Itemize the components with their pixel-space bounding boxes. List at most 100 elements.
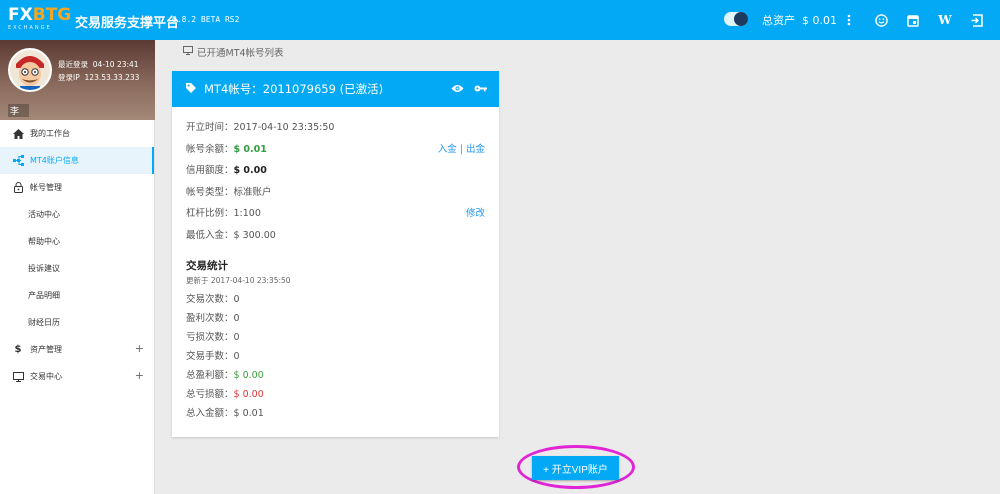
sidebar-item-account-management[interactable]: 帐号管理	[0, 174, 154, 201]
row-label: 开立时间：	[186, 122, 234, 133]
credit-value: $ 0.00	[233, 165, 267, 176]
card-body: 开立时间：2017-04-10 23:35:50 帐号余额：$ 0.01 入金 …	[172, 107, 499, 426]
smiley-icon[interactable]	[872, 11, 890, 29]
stat-row: 交易手数：0	[186, 350, 485, 369]
sidebar-item-label: 交易中心	[30, 372, 62, 381]
total-profit-value: $ 0.00	[233, 370, 264, 381]
logo-text-fx: FX	[8, 5, 33, 25]
row-balance: 帐号余额：$ 0.01 入金 | 出金	[186, 143, 485, 165]
stat-row: 盈利次数：0	[186, 312, 485, 331]
lock-icon	[12, 182, 24, 194]
sidebar-item-label: 资产管理	[30, 345, 62, 354]
app-title: 交易服务支撑平台	[75, 16, 180, 31]
sidebar-item-workbench[interactable]: 我的工作台	[0, 120, 154, 147]
logo-text-btg: BTG	[32, 5, 72, 25]
breadcrumb: 已开通MT4帐号列表	[183, 45, 284, 59]
row-value: 2017-04-10 23:35:50	[233, 122, 335, 133]
row-credit: 信用额度：$ 0.00	[186, 164, 485, 186]
open-vip-account-button[interactable]: + 开立VIP账户	[532, 456, 619, 480]
login-info: 最近登录 04-10 23:41 登录IP 123.53.33.233	[58, 58, 139, 84]
more-vert-icon[interactable]	[840, 11, 858, 29]
stat-row: 亏损次数：0	[186, 331, 485, 350]
login-ip-label: 登录IP	[58, 73, 80, 82]
deposit-link[interactable]: 入金	[438, 144, 457, 155]
stat-row: 总亏损额：$ 0.00	[186, 388, 485, 407]
app-logo[interactable]: FXBTG EXCHANGE	[8, 5, 71, 34]
sidebar-item-label: 帮助中心	[28, 237, 60, 246]
row-leverage: 杠杆比例：1:100 修改	[186, 207, 485, 229]
stat-label: 总盈利额：	[186, 370, 234, 381]
total-assets-value: $ 0.01	[802, 14, 837, 27]
sidebar-item-activity-center[interactable]: 活动中心	[0, 201, 154, 228]
stat-label: 交易手数：	[186, 351, 234, 362]
sidebar-item-label: 投诉建议	[28, 264, 60, 273]
calendar-icon[interactable]	[904, 11, 922, 29]
sidebar-item-help-center[interactable]: 帮助中心	[0, 228, 154, 255]
row-label: 信用额度：	[186, 165, 234, 176]
login-ip-value: 123.53.33.233	[84, 73, 140, 82]
modify-leverage-link[interactable]: 修改	[466, 207, 485, 221]
stat-row: 总盈利额：$ 0.00	[186, 369, 485, 388]
username[interactable]: 李	[8, 104, 30, 117]
stat-value: 0	[233, 332, 240, 343]
expand-plus-icon[interactable]: +	[135, 369, 144, 382]
key-icon[interactable]	[474, 82, 487, 96]
logo-subtext: EXCHANGE	[8, 25, 52, 31]
row-label: 帐号类型：	[186, 186, 234, 198]
desktop-icon	[183, 46, 193, 58]
stat-label: 总入金额：	[186, 408, 234, 419]
dollar-icon: $	[14, 344, 22, 355]
stat-value: 0	[233, 313, 240, 324]
total-loss-value: $ 0.00	[233, 389, 264, 400]
card-title: MT4帐号：2011079659 (已激活)	[204, 82, 384, 96]
sidebar: 最近登录 04-10 23:41 登录IP 123.53.33.233 李 我的…	[0, 40, 155, 494]
stat-label: 总亏损额：	[186, 389, 234, 400]
last-login-value: 04-10 23:41	[92, 60, 139, 69]
top-bar: FXBTG EXCHANGE 交易服务支撑平台 0.8.2 BETA RS2 总…	[0, 0, 1000, 40]
row-label: 杠杆比例：	[186, 208, 234, 219]
card-header: MT4帐号：2011079659 (已激活)	[172, 71, 499, 107]
sidebar-item-trading-center[interactable]: 交易中心 +	[0, 363, 154, 390]
sidebar-item-complaints[interactable]: 投诉建议	[0, 255, 154, 282]
wordpress-icon[interactable]: W	[936, 11, 954, 29]
stat-label: 盈利次数：	[186, 313, 234, 324]
sidebar-item-label: 财经日历	[28, 318, 60, 327]
withdraw-link[interactable]: 出金	[466, 144, 485, 155]
stat-value: 0	[233, 351, 240, 362]
sidebar-nav: 我的工作台 MT4账户信息 帐号管理 活动中心 帮助中心 投诉建议 产品明细 财…	[0, 120, 154, 390]
breadcrumb-text: 已开通MT4帐号列表	[197, 48, 284, 59]
mt4-account-card: MT4帐号：2011079659 (已激活) 开立时间：2017-04-10 2…	[172, 71, 499, 437]
row-value: 1:100	[233, 208, 261, 219]
balance-value: $ 0.01	[233, 143, 267, 155]
row-value: 标准账户	[233, 186, 272, 198]
user-profile-panel: 最近登录 04-10 23:41 登录IP 123.53.33.233 李	[0, 40, 155, 120]
stat-label: 交易次数：	[186, 294, 234, 305]
stat-row: 交易次数：0	[186, 293, 485, 312]
sidebar-item-label: 活动中心	[28, 210, 60, 219]
sidebar-item-label: MT4账户信息	[30, 156, 79, 165]
sidebar-item-label: 产品明细	[28, 291, 60, 300]
stats-updated: 更新于 2017-04-10 23:35:50	[186, 276, 291, 285]
row-label: 帐号余额：	[186, 143, 234, 155]
sidebar-item-economic-calendar[interactable]: 财经日历	[0, 309, 154, 336]
sidebar-item-product-details[interactable]: 产品明细	[0, 282, 154, 309]
last-login-label: 最近登录	[58, 60, 88, 69]
account-tree-icon	[12, 155, 24, 167]
expand-plus-icon[interactable]: +	[135, 342, 144, 355]
row-min-deposit: 最低入金：$ 300.00	[186, 229, 485, 251]
avatar[interactable]	[8, 48, 52, 92]
link-separator: |	[459, 143, 463, 155]
theme-toggle-switch[interactable]	[724, 12, 748, 26]
row-label: 最低入金：	[186, 229, 234, 241]
tag-icon	[186, 82, 196, 96]
total-assets-label: 总资产	[762, 14, 795, 27]
sidebar-item-mt4-account[interactable]: MT4账户信息	[0, 147, 154, 174]
toggle-knob	[734, 12, 748, 26]
sidebar-item-label: 我的工作台	[30, 129, 70, 138]
eye-icon[interactable]	[451, 82, 464, 96]
home-icon	[12, 128, 24, 140]
sidebar-item-label: 帐号管理	[30, 183, 62, 192]
stat-value: 0	[233, 294, 240, 305]
sidebar-item-asset-management[interactable]: $ 资产管理 +	[0, 336, 154, 363]
logout-icon[interactable]	[968, 11, 986, 29]
